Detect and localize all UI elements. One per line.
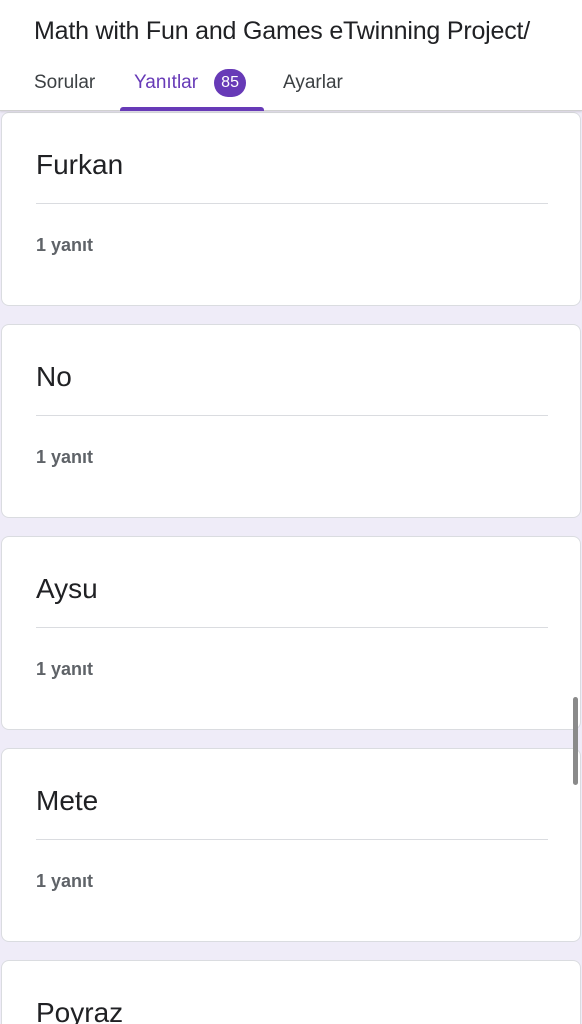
- response-card: Aysu 1 yanıt: [1, 536, 581, 730]
- response-card: Poyraz: [1, 960, 581, 1024]
- response-card: No 1 yanıt: [1, 324, 581, 518]
- responses-count-badge: 85: [214, 69, 247, 97]
- response-count: 1 yanıt: [36, 871, 94, 891]
- tab-bar: Sorular Yanıtlar 85 Ayarlar: [0, 62, 582, 111]
- form-title: Math with Fun and Games eTwinning Projec…: [34, 17, 531, 45]
- response-card: Furkan 1 yanıt: [1, 112, 581, 306]
- forms-responses-screen: Furkan 1 yanıt No 1 yanıt Aysu 1 yanıt M…: [0, 0, 582, 1024]
- active-tab-indicator: [120, 107, 264, 111]
- tab-settings-label: Ayarlar: [283, 72, 343, 93]
- divider: [36, 839, 548, 840]
- response-count: 1 yanıt: [36, 235, 94, 255]
- response-count: 1 yanıt: [36, 447, 94, 467]
- response-title: Poyraz: [36, 997, 124, 1024]
- top-app-bar: Math with Fun and Games eTwinning Projec…: [0, 0, 582, 111]
- tab-settings[interactable]: Ayarlar: [283, 62, 343, 110]
- tab-responses-label: Yanıtlar: [134, 72, 199, 93]
- divider: [36, 627, 548, 628]
- response-title: No: [36, 361, 72, 392]
- tab-responses[interactable]: Yanıtlar 85: [120, 62, 264, 110]
- response-count: 1 yanıt: [36, 659, 94, 679]
- response-title: Furkan: [36, 149, 124, 180]
- response-title: Mete: [36, 785, 99, 816]
- tab-questions-label: Sorular: [34, 72, 96, 93]
- response-title: Aysu: [36, 573, 98, 604]
- divider: [36, 415, 548, 416]
- response-card: Mete 1 yanıt: [1, 748, 581, 942]
- divider: [36, 203, 548, 204]
- scrollbar-thumb[interactable]: [573, 697, 578, 785]
- tab-questions[interactable]: Sorular: [34, 62, 95, 110]
